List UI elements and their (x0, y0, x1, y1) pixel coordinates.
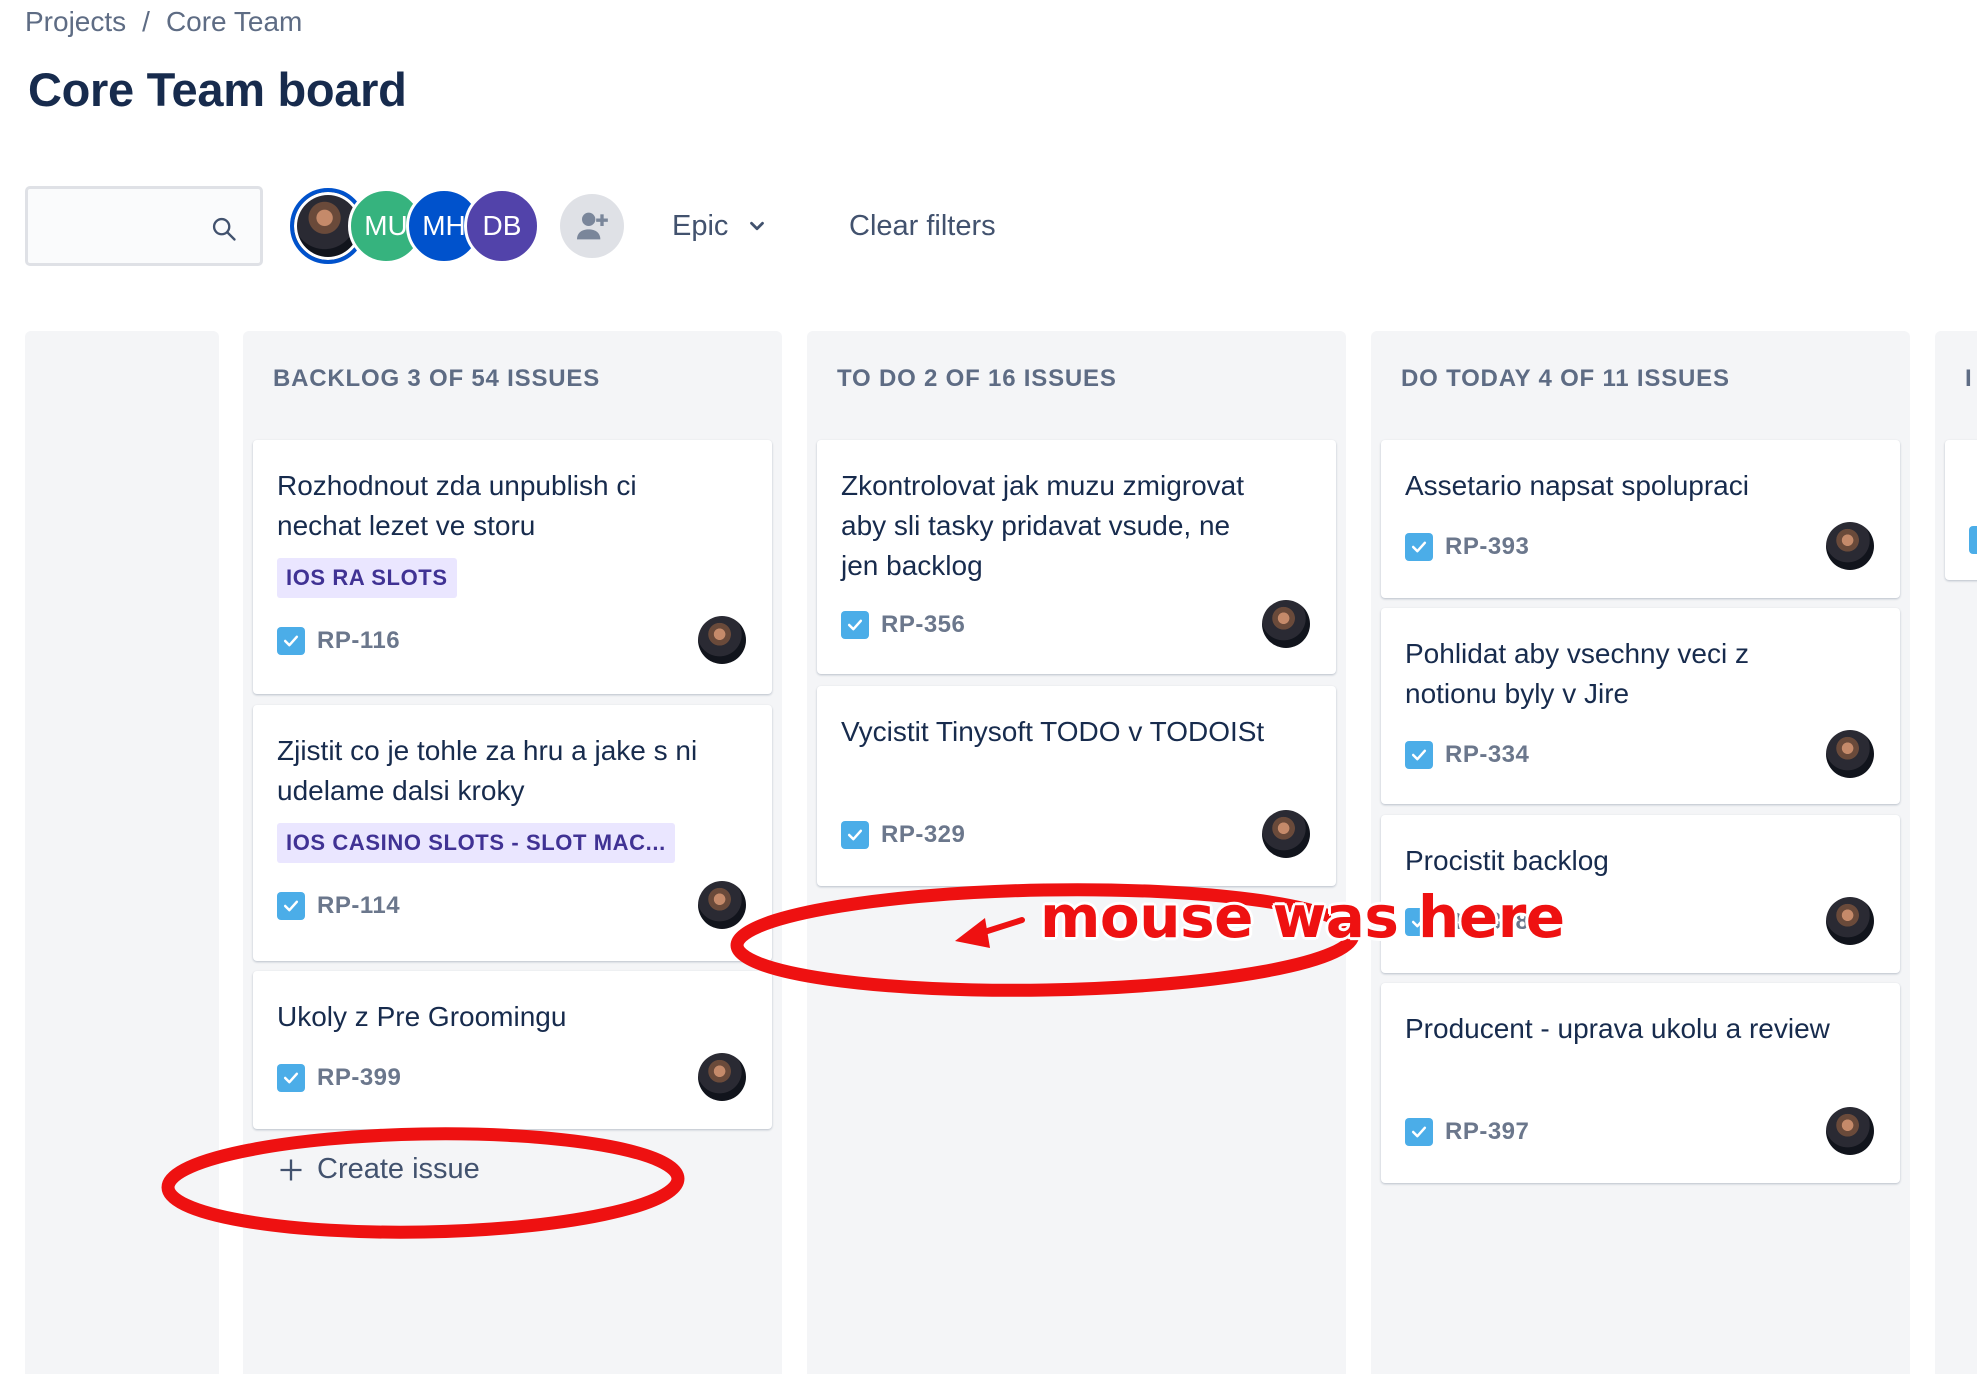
issue-title: Procistit backlog (1405, 845, 1609, 876)
create-issue-label: Create issue (317, 1153, 480, 1185)
add-people-button[interactable] (560, 194, 624, 258)
issue-footer: RP-114 (277, 891, 400, 921)
board-page: Projects / Core Team Core Team board MU … (0, 0, 1977, 1374)
search-input[interactable] (40, 199, 214, 255)
annotation-label: mouse was here (1040, 883, 1565, 951)
breadcrumb-current[interactable]: Core Team (166, 6, 302, 38)
issue-title: Zkontrolovat jak muzu zmigrovat aby sli … (841, 470, 1245, 581)
issue-key[interactable]: RP-397 (1445, 1118, 1529, 1146)
board-column-backlog: BACKLOG 3 OF 54 ISSUES Rozhodnout zda un… (243, 331, 782, 1374)
issue-key[interactable]: RP-334 (1445, 741, 1529, 769)
page-title: Core Team board (28, 63, 407, 116)
plus-icon (280, 1159, 302, 1180)
assignee-avatar[interactable] (698, 1053, 746, 1101)
issue-card[interactable]: Zkontrolovat jak muzu zmigrovat aby sli … (817, 440, 1336, 674)
epic-filter-dropdown[interactable]: Epic (672, 198, 768, 254)
issue-key[interactable]: RP-356 (881, 611, 965, 639)
issue-title: Assetario napsat spolupraci (1405, 470, 1749, 501)
board-column-partial-right: I (1935, 331, 1977, 1374)
assignee-avatar[interactable] (1826, 522, 1874, 570)
board-column-partial-left (25, 331, 219, 1374)
avatar-initials: DB (482, 210, 522, 241)
epic-label: IOS RA SLOTS (277, 558, 457, 598)
issue-title: Vycistit Tinysoft TODO v TODOISt (841, 716, 1265, 747)
task-checkbox-icon (277, 627, 305, 655)
task-checkbox-icon (277, 892, 305, 920)
board-column-do-today: DO TODAY 4 OF 11 ISSUES Assetario napsat… (1371, 331, 1910, 1374)
issue-key[interactable]: RP-399 (317, 1064, 401, 1092)
issue-title: Producent - uprava ukolu a review (1405, 1013, 1830, 1044)
issue-footer: RP-397 (1405, 1117, 1529, 1147)
clear-filters-button[interactable]: Clear filters (849, 198, 996, 254)
search-icon (212, 217, 236, 241)
board-column-todo: TO DO 2 OF 16 ISSUES Zkontrolovat jak mu… (807, 331, 1346, 1374)
issue-footer: RP-329 (841, 820, 965, 850)
issue-footer: RP-399 (277, 1063, 401, 1093)
task-checkbox-icon (1405, 1118, 1433, 1146)
assignee-avatar[interactable] (1826, 897, 1874, 945)
task-checkbox-icon (841, 821, 869, 849)
issue-card[interactable]: Assetario napsat spolupraci RP-393 (1381, 440, 1900, 598)
issue-footer: RP-116 (277, 626, 400, 656)
issue-title: Pohlidat aby vsechny veci z notionu byly… (1405, 638, 1749, 709)
issue-card[interactable]: Zjistit co je tohle za hru a jake s ni u… (253, 705, 772, 961)
task-checkbox-icon (1405, 533, 1433, 561)
epic-filter-label: Epic (672, 209, 729, 242)
issue-title: Rozhodnout zda unpublish ci nechat lezet… (277, 470, 637, 541)
avatar-db[interactable]: DB (464, 188, 540, 264)
task-checkbox-icon (1405, 741, 1433, 769)
column-header: BACKLOG 3 OF 54 ISSUES (273, 365, 600, 392)
task-checkbox-icon (1969, 526, 1977, 554)
issue-footer: RP-334 (1405, 740, 1529, 770)
breadcrumb: Projects / Core Team (25, 6, 302, 38)
assignee-avatar[interactable] (698, 616, 746, 664)
assignee-avatar[interactable] (1262, 600, 1310, 648)
column-header: DO TODAY 4 OF 11 ISSUES (1401, 365, 1730, 392)
issue-card[interactable]: Producent - uprava ukolu a review RP-397 (1381, 983, 1900, 1183)
task-checkbox-icon (841, 611, 869, 639)
column-header: TO DO 2 OF 16 ISSUES (837, 365, 1117, 392)
epic-label: IOS CASINO SLOTS - SLOT MAC... (277, 823, 675, 863)
assignee-avatar[interactable] (698, 881, 746, 929)
task-checkbox-icon (277, 1064, 305, 1092)
assignee-avatar[interactable] (1826, 730, 1874, 778)
issue-card[interactable]: Pohlidat aby vsechny veci z notionu byly… (1381, 608, 1900, 804)
add-person-icon (577, 212, 608, 240)
issue-footer: RP-356 (841, 610, 965, 640)
issue-key[interactable]: RP-114 (317, 892, 400, 920)
issue-footer: RP-393 (1405, 532, 1529, 562)
column-header: I (1965, 365, 1973, 392)
create-issue-button[interactable]: Create issue (277, 1153, 480, 1186)
issue-title: Zjistit co je tohle za hru a jake s ni u… (277, 735, 698, 806)
issue-card[interactable]: Vycistit Tinysoft TODO v TODOISt RP-329 (817, 686, 1336, 886)
breadcrumb-projects-link[interactable]: Projects (25, 6, 126, 38)
issue-title: Ukoly z Pre Groomingu (277, 1001, 567, 1032)
issue-key[interactable]: RP-393 (1445, 533, 1529, 561)
issue-card[interactable]: Rozhodnout zda unpublish ci nechat lezet… (253, 440, 772, 694)
chevron-down-icon (750, 221, 765, 231)
breadcrumb-separator: / (142, 6, 150, 37)
issue-key[interactable]: RP-329 (881, 821, 965, 849)
assignee-avatar[interactable] (1262, 810, 1310, 858)
avatar-initials: MU (364, 210, 408, 241)
issue-card[interactable]: Ukoly z Pre Groomingu RP-399 (253, 971, 772, 1129)
assignee-avatar[interactable] (1826, 1107, 1874, 1155)
avatar-initials: MH (422, 210, 466, 241)
issue-card[interactable] (1945, 440, 1977, 580)
search-box[interactable] (25, 186, 263, 266)
issue-key[interactable]: RP-116 (317, 627, 400, 655)
